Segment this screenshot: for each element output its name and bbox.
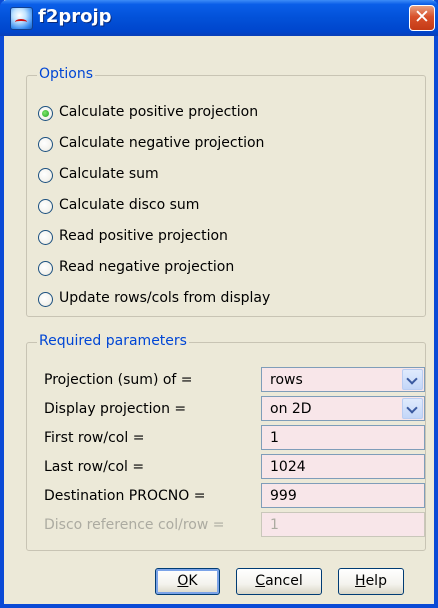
chevron-down-icon[interactable] [402, 369, 423, 390]
last-row-col-input[interactable]: 1024 [261, 454, 425, 479]
option-label: Calculate negative projection [59, 135, 265, 151]
first-row-col-label: First row/col = [44, 430, 145, 446]
required-parameters-title: Required parameters [37, 333, 189, 349]
destination-procno-input[interactable]: 999 [261, 483, 425, 508]
ok-label-rest: K [188, 573, 198, 589]
option-label: Calculate sum [59, 166, 159, 182]
option-label: Calculate positive projection [59, 104, 259, 120]
display-projection-label: Display projection = [44, 401, 187, 417]
topspin-app-icon [10, 7, 33, 30]
option-label: Update rows/cols from display [59, 290, 271, 306]
input-value: 1024 [270, 459, 306, 475]
projection-sum-of-select[interactable]: rows [261, 367, 425, 392]
close-button[interactable]: ✕ [409, 5, 435, 31]
chevron-down-icon[interactable] [402, 398, 423, 419]
help-button[interactable]: Help [338, 568, 404, 595]
radio-button[interactable] [38, 261, 53, 276]
option-label: Calculate disco sum [59, 197, 200, 213]
select-value: rows [270, 372, 303, 388]
ok-button[interactable]: OK [155, 568, 220, 595]
radio-button[interactable] [38, 230, 53, 245]
option-label: Read positive projection [59, 228, 228, 244]
select-value: on 2D [270, 401, 312, 417]
ok-mnemonic: O [177, 573, 189, 589]
projection-sum-of-label: Projection (sum) of = [44, 372, 193, 388]
window-title: f2projp [38, 6, 112, 27]
disco-reference-input: 1 [261, 512, 425, 537]
radio-button[interactable] [38, 199, 53, 214]
disco-reference-label: Disco reference col/row = [44, 517, 225, 533]
first-row-col-input[interactable]: 1 [261, 425, 425, 450]
radio-button[interactable] [38, 106, 53, 121]
option-label: Read negative projection [59, 259, 235, 275]
cancel-label-rest: ancel [265, 573, 303, 589]
cancel-button[interactable]: Cancel [236, 568, 322, 595]
radio-button[interactable] [38, 292, 53, 307]
display-projection-select[interactable]: on 2D [261, 396, 425, 421]
radio-button[interactable] [38, 168, 53, 183]
options-group-title: Options [37, 66, 96, 82]
cancel-mnemonic: C [255, 573, 266, 589]
help-label-rest: elp [365, 573, 387, 589]
help-mnemonic: H [355, 573, 366, 589]
title-bar[interactable]: f2projp ✕ [0, 0, 438, 36]
input-value: 1 [270, 430, 279, 446]
radio-button[interactable] [38, 137, 53, 152]
last-row-col-label: Last row/col = [44, 459, 145, 475]
dialog-window: f2projp ✕ Options Calculate positive pro… [0, 0, 438, 608]
destination-procno-label: Destination PROCNO = [44, 488, 206, 504]
input-value: 1 [270, 517, 279, 533]
input-value: 999 [270, 488, 297, 504]
